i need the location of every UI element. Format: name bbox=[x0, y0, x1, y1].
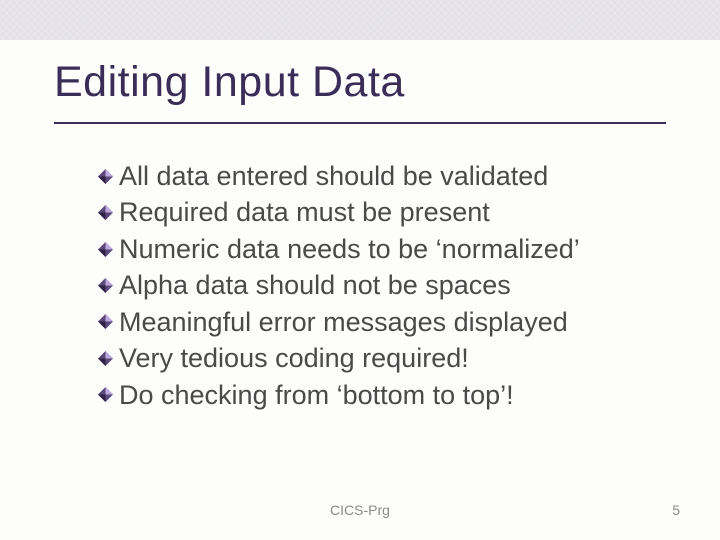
bullet-text: Do checking from ‘bottom to top’! bbox=[119, 377, 514, 413]
bullet-text: Required data must be present bbox=[119, 194, 490, 230]
diamond-bullet-icon bbox=[98, 205, 113, 220]
bullet-text: Numeric data needs to be ‘normalized’ bbox=[119, 231, 580, 267]
list-item: Alpha data should not be spaces bbox=[98, 267, 658, 303]
bullet-text: Alpha data should not be spaces bbox=[119, 267, 511, 303]
bullet-text: All data entered should be validated bbox=[119, 158, 548, 194]
list-item: Numeric data needs to be ‘normalized’ bbox=[98, 231, 658, 267]
bullet-list: All data entered should be validated Req… bbox=[98, 158, 658, 413]
list-item: Meaningful error messages displayed bbox=[98, 304, 658, 340]
page-number: 5 bbox=[672, 502, 680, 518]
bullet-text: Meaningful error messages displayed bbox=[119, 304, 568, 340]
diamond-bullet-icon bbox=[98, 169, 113, 184]
decorative-band bbox=[0, 0, 720, 40]
diamond-bullet-icon bbox=[98, 278, 113, 293]
list-item: Required data must be present bbox=[98, 194, 658, 230]
diamond-bullet-icon bbox=[98, 314, 113, 329]
footer-label: CICS-Prg bbox=[0, 502, 720, 518]
list-item: All data entered should be validated bbox=[98, 158, 658, 194]
slide-title: Editing Input Data bbox=[54, 58, 405, 107]
list-item: Do checking from ‘bottom to top’! bbox=[98, 377, 658, 413]
title-underline bbox=[54, 122, 666, 124]
diamond-bullet-icon bbox=[98, 351, 113, 366]
diamond-bullet-icon bbox=[98, 242, 113, 257]
diamond-bullet-icon bbox=[98, 387, 113, 402]
bullet-text: Very tedious coding required! bbox=[119, 340, 469, 376]
list-item: Very tedious coding required! bbox=[98, 340, 658, 376]
